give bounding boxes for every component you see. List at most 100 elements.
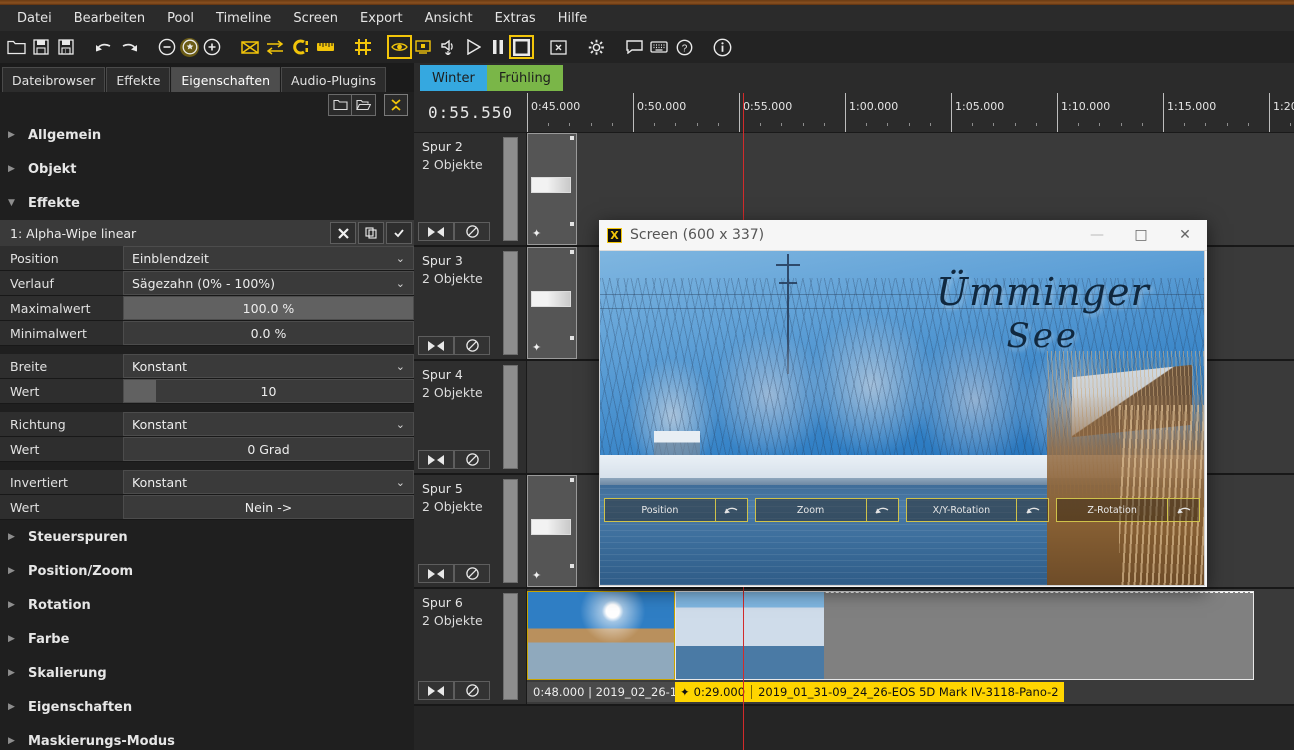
play-icon[interactable]	[461, 35, 485, 59]
redo-icon[interactable]	[117, 35, 141, 59]
accordion-objekt[interactable]: ▶ Objekt	[0, 152, 414, 186]
manipulator-position-button[interactable]: Position	[604, 498, 748, 523]
zoom-out-icon[interactable]	[155, 35, 179, 59]
tab-eigenschaften[interactable]: Eigenschaften	[171, 67, 280, 92]
fade-icon[interactable]	[418, 564, 454, 583]
track-header[interactable]: Spur 32 Objekte	[414, 247, 527, 359]
hand-drag-icon[interactable]	[1167, 499, 1199, 522]
save-project-icon[interactable]	[29, 35, 53, 59]
scene-tab-winter[interactable]: Winter	[420, 65, 487, 91]
menu-item-screen[interactable]: Screen	[282, 7, 349, 30]
cut-mode-icon[interactable]	[288, 35, 312, 59]
collapse-all-icon[interactable]	[384, 94, 408, 116]
property-dropdown[interactable]: Konstant ⌄	[123, 470, 414, 494]
property-slider[interactable]: 10	[123, 379, 414, 403]
move-objects-icon[interactable]	[263, 35, 287, 59]
track-header[interactable]: Spur 22 Objekte	[414, 133, 527, 245]
timeline-clip[interactable]: ✦	[527, 247, 577, 359]
zoom-fit-icon[interactable]	[180, 37, 199, 57]
accordion-effekte[interactable]: ▼ Effekte	[0, 186, 414, 220]
hand-drag-icon[interactable]	[865, 499, 898, 522]
open-folder-icon[interactable]	[352, 94, 376, 116]
menu-item-pool[interactable]: Pool	[156, 7, 205, 30]
menu-item-timeline[interactable]: Timeline	[205, 7, 282, 30]
accordion-skalierung[interactable]: ▶ Skalierung	[0, 656, 414, 690]
menu-item-bearbeiten[interactable]: Bearbeiten	[63, 7, 156, 30]
mute-icon[interactable]	[454, 222, 490, 241]
screen-window-titlebar[interactable]: X Screen (600 x 337) — □ ✕	[599, 220, 1207, 251]
pause-icon[interactable]	[486, 35, 510, 59]
tab-audioplugins[interactable]: Audio-Plugins	[281, 67, 387, 92]
manipulator-zrotation-button[interactable]: Z-Rotation	[1056, 498, 1200, 523]
hand-drag-icon[interactable]	[714, 499, 747, 522]
timeline-ruler[interactable]: 0:55.550 0:45.000 0:50.000 0:55.000 1:00.00…	[414, 93, 1294, 133]
accordion-rotation[interactable]: ▶ Rotation	[0, 588, 414, 622]
keyboard-icon[interactable]	[647, 35, 671, 59]
accordion-positionzoom[interactable]: ▶ Position/Zoom	[0, 554, 414, 588]
timeline-clip[interactable]: ✦	[527, 133, 577, 245]
preview-image[interactable]: Ümminger See Position Zoom X/Y-Rotation Z-R…	[599, 251, 1205, 586]
effect-delete-icon[interactable]	[330, 222, 356, 244]
preview-eye-icon[interactable]	[387, 35, 412, 59]
track-header[interactable]: Spur 42 Objekte	[414, 361, 527, 473]
property-slider[interactable]: 100.0 %	[123, 296, 414, 320]
property-dropdown[interactable]: Sägezahn (0% - 100%) ⌄	[123, 271, 414, 295]
zoom-in-icon[interactable]	[200, 35, 224, 59]
mute-icon[interactable]	[454, 681, 490, 700]
ruler-icon[interactable]	[313, 35, 337, 59]
open-project-icon[interactable]	[4, 35, 28, 59]
track-volume-slider[interactable]	[503, 365, 518, 469]
mute-icon[interactable]	[454, 450, 490, 469]
menu-item-datei[interactable]: Datei	[6, 7, 63, 30]
manipulator-xyrotation-button[interactable]: X/Y-Rotation	[905, 498, 1050, 523]
close-button[interactable]: ✕	[1163, 220, 1207, 250]
grid-icon[interactable]	[351, 35, 375, 59]
tab-effekte[interactable]: Effekte	[106, 67, 171, 92]
menu-item-export[interactable]: Export	[349, 7, 414, 30]
undo-icon[interactable]	[92, 35, 116, 59]
menu-item-extras[interactable]: Extras	[484, 7, 547, 30]
save-as-icon[interactable]: I	[54, 35, 78, 59]
property-slider[interactable]: 0 Grad	[123, 437, 414, 461]
timeline-clip-a[interactable]	[527, 591, 675, 680]
mute-icon[interactable]	[454, 564, 490, 583]
audio-icon[interactable]	[436, 35, 460, 59]
settings-gear-icon[interactable]	[584, 35, 608, 59]
fade-icon[interactable]	[418, 336, 454, 355]
fade-icon[interactable]	[418, 222, 454, 241]
property-slider[interactable]: 0.0 %	[123, 321, 414, 345]
hand-drag-icon[interactable]	[1016, 499, 1048, 522]
property-dropdown[interactable]: Einblendzeit ⌄	[123, 246, 414, 270]
accordion-steuerspuren[interactable]: ▶ Steuerspuren	[0, 520, 414, 554]
info-icon[interactable]	[710, 35, 734, 59]
menu-item-hilfe[interactable]: Hilfe	[547, 7, 599, 30]
track-volume-slider[interactable]	[503, 593, 518, 700]
property-dropdown[interactable]: Konstant ⌄	[123, 412, 414, 436]
property-slider[interactable]: Nein ->	[123, 495, 414, 519]
track-header[interactable]: Spur 52 Objekte	[414, 475, 527, 587]
help-icon[interactable]: ?	[672, 35, 696, 59]
close-preview-icon[interactable]	[546, 35, 570, 59]
track-volume-slider[interactable]	[503, 479, 518, 583]
track-body[interactable]: 0:48.000 | 2019_02_26-10_0✦0:29.0002019_…	[527, 589, 1294, 704]
minimize-button[interactable]: —	[1075, 220, 1119, 250]
stop-icon[interactable]	[509, 35, 534, 59]
screen-monitor-icon[interactable]	[411, 35, 435, 59]
menu-item-ansicht[interactable]: Ansicht	[414, 7, 484, 30]
track-volume-slider[interactable]	[503, 137, 518, 241]
mute-icon[interactable]	[454, 336, 490, 355]
timeline-clip[interactable]: ✦	[527, 475, 577, 587]
fade-icon[interactable]	[418, 681, 454, 700]
new-folder-icon[interactable]	[328, 94, 352, 116]
crossfade-icon[interactable]	[238, 35, 262, 59]
accordion-maskierungsmodus[interactable]: ▶ Maskierungs-Modus	[0, 724, 414, 750]
comment-icon[interactable]	[622, 35, 646, 59]
track-volume-slider[interactable]	[503, 251, 518, 355]
tab-dateibrowser[interactable]: Dateibrowser	[2, 67, 106, 92]
property-dropdown[interactable]: Konstant ⌄	[123, 354, 414, 378]
effect-enable-checkbox[interactable]	[386, 222, 412, 244]
accordion-allgemein[interactable]: ▶ Allgemein	[0, 118, 414, 152]
track-header[interactable]: Spur 62 Objekte	[414, 589, 527, 704]
accordion-farbe[interactable]: ▶ Farbe	[0, 622, 414, 656]
accordion-eigenschaften[interactable]: ▶ Eigenschaften	[0, 690, 414, 724]
